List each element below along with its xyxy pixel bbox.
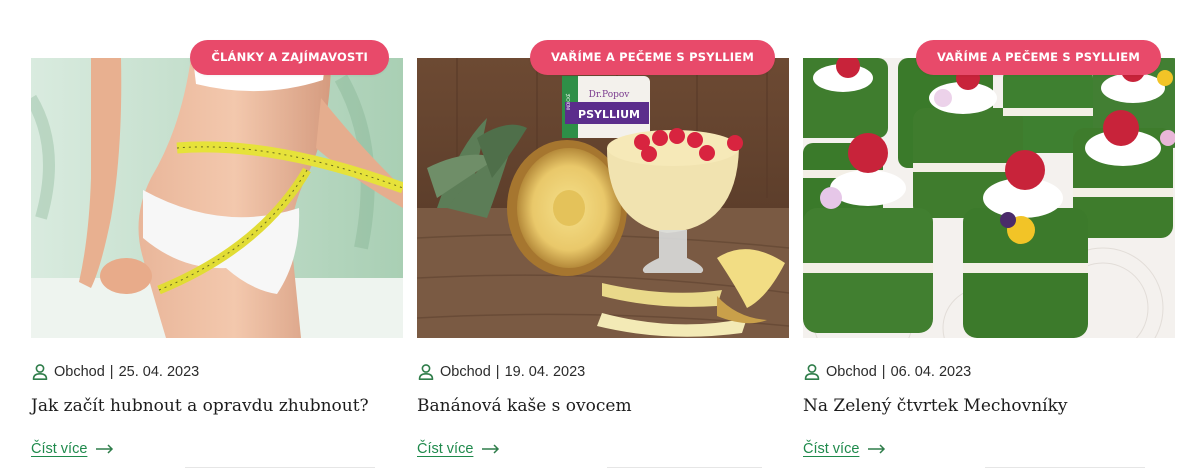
blog-card: ČLÁNKY A ZAJÍMAVOSTI Obchod | 25. 04. 20… — [31, 0, 403, 470]
category-badge[interactable]: VAŘÍME A PEČEME S PSYLLIEM — [529, 40, 775, 75]
blog-card: VAŘÍME A PEČEME S PSYLLIEM — [803, 0, 1175, 470]
category-badge[interactable]: VAŘÍME A PEČEME S PSYLLIEM — [915, 40, 1161, 75]
divider-line — [185, 467, 375, 468]
read-more-link[interactable]: Číst více — [417, 439, 500, 459]
product-name: PSYLLIUM — [578, 108, 640, 121]
post-image[interactable]: Dr.Popov PSYLLIUM INDICKÉ — [417, 58, 789, 338]
arrow-right-icon — [482, 444, 500, 454]
post-date: 06. 04. 2023 — [890, 364, 972, 380]
post-title[interactable]: Na Zelený čtvrtek Mechovníky — [803, 396, 1175, 416]
arrow-right-icon — [868, 444, 886, 454]
woman-measuring-waist-photo — [31, 58, 403, 338]
product-strip: INDICKÉ — [566, 93, 571, 110]
category-badge[interactable]: ČLÁNKY A ZAJÍMAVOSTI — [190, 40, 389, 75]
divider-line — [985, 467, 1145, 468]
post-image[interactable] — [31, 58, 403, 338]
post-image[interactable] — [803, 58, 1175, 338]
post-meta: Obchod | 19. 04. 2023 — [417, 362, 585, 382]
post-date: 19. 04. 2023 — [504, 364, 586, 380]
meta-separator: | — [495, 364, 500, 380]
user-icon — [32, 364, 48, 380]
read-more-label: Číst více — [31, 441, 88, 457]
meta-separator: | — [881, 364, 886, 380]
read-more-label: Číst více — [417, 441, 474, 457]
post-title[interactable]: Jak začít hubnout a opravdu zhubnout? — [31, 396, 403, 416]
user-icon — [418, 364, 434, 380]
blog-card: VAŘÍME A PEČEME S PSYLLIEM — [417, 0, 789, 470]
product-brand: Dr.Popov — [589, 90, 631, 100]
read-more-label: Číst více — [803, 441, 860, 457]
arrow-right-icon — [96, 444, 114, 454]
read-more-link[interactable]: Číst více — [31, 439, 114, 459]
blog-post-list: ČLÁNKY A ZAJÍMAVOSTI Obchod | 25. 04. 20… — [0, 0, 1200, 470]
post-meta: Obchod | 06. 04. 2023 — [803, 362, 971, 382]
post-date: 25. 04. 2023 — [118, 364, 200, 380]
post-author: Obchod — [826, 364, 877, 380]
green-moss-cakes-photo — [803, 58, 1175, 338]
post-title[interactable]: Banánová kaše s ovocem — [417, 396, 789, 416]
user-icon — [804, 364, 820, 380]
meta-separator: | — [109, 364, 114, 380]
post-author: Obchod — [440, 364, 491, 380]
post-meta: Obchod | 25. 04. 2023 — [31, 362, 199, 382]
banana-pudding-pineapple-photo: Dr.Popov PSYLLIUM INDICKÉ — [417, 58, 789, 338]
post-author: Obchod — [54, 364, 105, 380]
read-more-link[interactable]: Číst více — [803, 439, 886, 459]
divider-line — [607, 467, 762, 468]
